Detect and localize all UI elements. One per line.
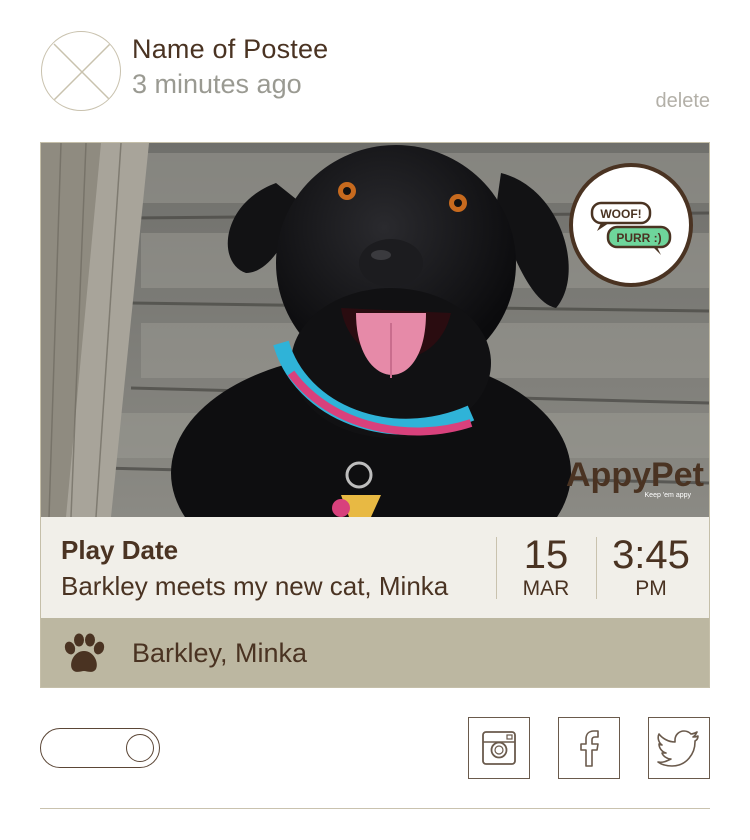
divider [596,537,597,599]
event-card: WOOF! PURR :) AppyPet Keep 'em appy Play… [40,142,710,688]
event-day: 15 [523,533,569,577]
woof-purr-badge: WOOF! PURR :) [569,163,693,287]
pet-photo: WOOF! PURR :) AppyPet Keep 'em appy [41,143,709,517]
post-timestamp: 3 minutes ago [132,69,302,99]
paw-icon [64,633,105,672]
instagram-share-button[interactable] [468,717,530,779]
event-info[interactable]: Play Date Barkley meets my new cat, Mink… [41,517,709,618]
twitter-icon [657,730,699,767]
poster-name[interactable]: Name of Postee [132,33,328,65]
tagged-pets-bar[interactable]: Barkley, Minka [41,618,709,687]
event-ampm: PM [635,577,667,600]
tagged-pets: Barkley, Minka [132,638,308,668]
event-title: Play Date [61,535,179,565]
instagram-icon [482,731,516,765]
divider [496,537,497,599]
brand-name: AppyPet [566,456,704,494]
badge-woof-text: WOOF! [600,207,641,221]
avatar-placeholder-x-icon [53,43,111,101]
event-description: Barkley meets my new cat, Minka [61,571,449,601]
delete-link[interactable]: delete [656,90,711,113]
facebook-share-button[interactable] [558,717,620,779]
avatar[interactable] [41,31,121,111]
toggle-switch[interactable] [40,728,160,768]
facebook-icon [580,730,599,767]
event-month: MAR [522,577,570,600]
badge-purr-text: PURR :) [616,231,661,245]
toggle-knob[interactable] [126,734,154,762]
event-time: 3:45 [612,533,690,577]
brand-tagline: Keep 'em appy [645,492,692,499]
appypet-logo: AppyPet Keep 'em appy [566,456,704,499]
divider [40,808,710,809]
twitter-share-button[interactable] [648,717,710,779]
